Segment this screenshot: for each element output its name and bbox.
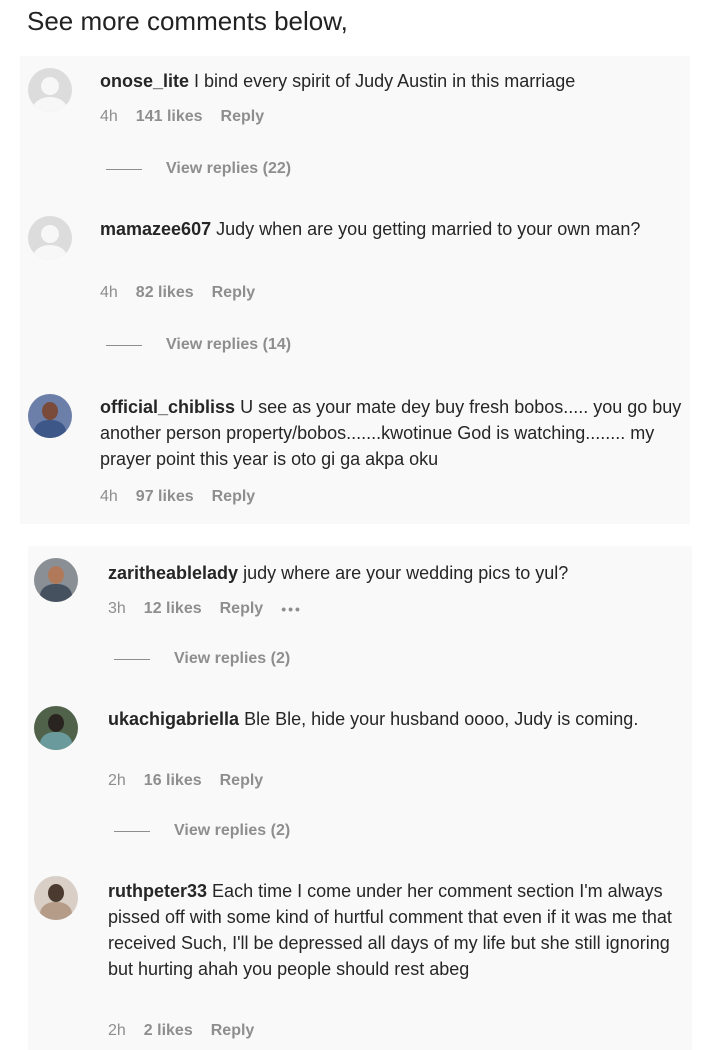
comment-meta: 4h 97 likes Reply bbox=[100, 488, 273, 506]
view-replies-link[interactable]: View replies (2) bbox=[114, 822, 290, 840]
comment-time: 4h bbox=[100, 284, 118, 301]
view-replies-link[interactable]: View replies (14) bbox=[106, 336, 291, 354]
comment-meta: 2h 16 likes Reply bbox=[108, 772, 281, 790]
comment-meta: 4h 141 likes Reply bbox=[100, 108, 282, 126]
view-replies-label[interactable]: View replies (22) bbox=[166, 160, 291, 178]
comment-likes[interactable]: 2 likes bbox=[144, 1022, 193, 1040]
replies-divider bbox=[114, 830, 150, 832]
comment-text: mamazee607 Judy when are you getting mar… bbox=[100, 216, 680, 242]
profile-photo-icon[interactable] bbox=[28, 394, 72, 438]
comments-panel-1: onose_lite I bind every spirit of Judy A… bbox=[20, 56, 690, 524]
reply-button[interactable]: Reply bbox=[220, 772, 264, 790]
comment-meta: 3h 12 likes Reply ••• bbox=[108, 600, 320, 618]
comment-username[interactable]: mamazee607 bbox=[100, 219, 211, 239]
comment-meta: 4h 82 likes Reply bbox=[100, 284, 273, 302]
comment-likes[interactable]: 12 likes bbox=[144, 600, 202, 618]
comment-body: Judy when are you getting married to you… bbox=[216, 219, 641, 239]
comment-username[interactable]: zaritheablelady bbox=[108, 563, 238, 583]
comment-text: onose_lite I bind every spirit of Judy A… bbox=[100, 68, 680, 94]
profile-photo-icon[interactable] bbox=[34, 876, 78, 920]
profile-photo-icon[interactable] bbox=[34, 558, 78, 602]
comment-username[interactable]: onose_lite bbox=[100, 71, 189, 91]
replies-divider bbox=[106, 168, 142, 170]
reply-button[interactable]: Reply bbox=[212, 488, 256, 506]
comment-text: official_chibliss U see as your mate dey… bbox=[100, 394, 690, 472]
reply-button[interactable]: Reply bbox=[212, 284, 256, 302]
comment-time: 2h bbox=[108, 772, 126, 789]
comment-text: zaritheablelady judy where are your wedd… bbox=[108, 560, 688, 586]
comment-likes[interactable]: 82 likes bbox=[136, 284, 194, 302]
reply-button[interactable]: Reply bbox=[220, 600, 264, 618]
replies-divider bbox=[114, 658, 150, 660]
more-options-icon[interactable]: ••• bbox=[281, 601, 302, 617]
profile-photo-icon[interactable] bbox=[34, 706, 78, 750]
comment-body: I bind every spirit of Judy Austin in th… bbox=[194, 71, 576, 91]
replies-divider bbox=[106, 344, 142, 346]
comment-time: 3h bbox=[108, 600, 126, 617]
default-avatar-icon[interactable] bbox=[28, 68, 72, 112]
comment-meta: 2h 2 likes Reply bbox=[108, 1022, 272, 1040]
reply-button[interactable]: Reply bbox=[221, 108, 265, 126]
comment-time: 2h bbox=[108, 1022, 126, 1039]
page-heading: See more comments below, bbox=[27, 6, 348, 36]
comment-likes[interactable]: 97 likes bbox=[136, 488, 194, 506]
comment-likes[interactable]: 16 likes bbox=[144, 772, 202, 790]
view-replies-link[interactable]: View replies (22) bbox=[106, 160, 291, 178]
comment-body: judy where are your wedding pics to yul? bbox=[243, 563, 569, 583]
comments-panel-2: zaritheablelady judy where are your wedd… bbox=[28, 546, 692, 1050]
comment-time: 4h bbox=[100, 108, 118, 125]
default-avatar-icon[interactable] bbox=[28, 216, 72, 260]
comment-likes[interactable]: 141 likes bbox=[136, 108, 203, 126]
view-replies-label[interactable]: View replies (2) bbox=[174, 650, 290, 668]
comment-time: 4h bbox=[100, 488, 118, 505]
view-replies-label[interactable]: View replies (14) bbox=[166, 336, 291, 354]
comment-username[interactable]: ukachigabriella bbox=[108, 709, 239, 729]
comment-username[interactable]: official_chibliss bbox=[100, 397, 235, 417]
reply-button[interactable]: Reply bbox=[211, 1022, 255, 1040]
view-replies-link[interactable]: View replies (2) bbox=[114, 650, 290, 668]
comment-text: ruthpeter33 Each time I come under her c… bbox=[108, 878, 683, 982]
comment-username[interactable]: ruthpeter33 bbox=[108, 881, 207, 901]
comment-body: Ble Ble, hide your husband oooo, Judy is… bbox=[244, 709, 639, 729]
comment-text: ukachigabriella Ble Ble, hide your husba… bbox=[108, 706, 668, 732]
view-replies-label[interactable]: View replies (2) bbox=[174, 822, 290, 840]
